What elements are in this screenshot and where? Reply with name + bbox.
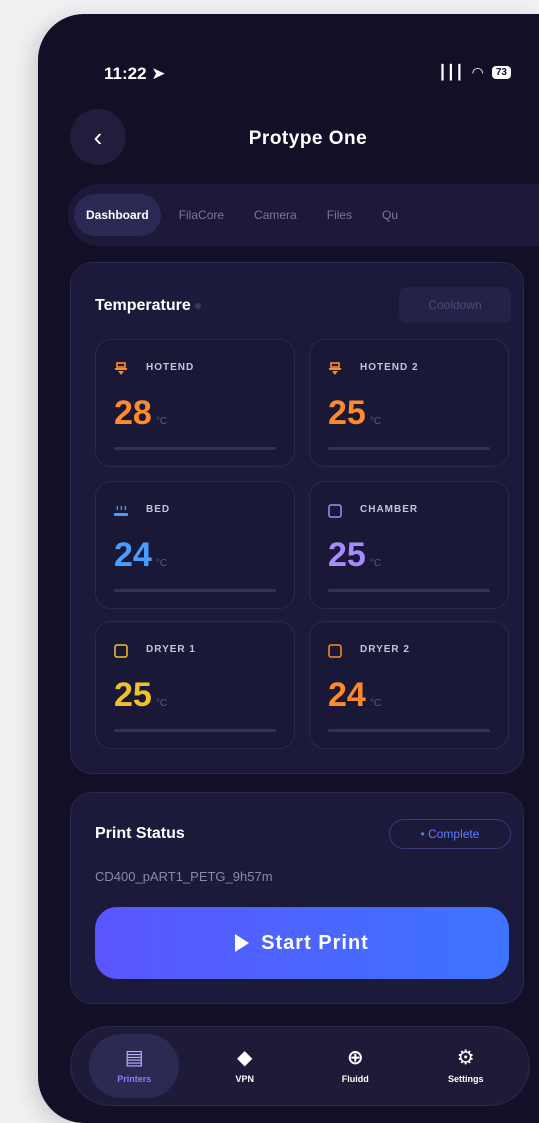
- tab-files[interactable]: Files: [315, 194, 364, 236]
- gear-icon: ⚙: [456, 1047, 475, 1069]
- tile-unit: °C: [155, 416, 168, 427]
- tab-camera[interactable]: Camera: [242, 194, 309, 236]
- chamber-icon: [328, 504, 342, 518]
- temp-tile-hotend[interactable]: HOTEND 28 °C: [95, 339, 295, 467]
- location-arrow-icon: ➤: [151, 64, 166, 83]
- printer-icon: ▤: [124, 1047, 144, 1069]
- tile-value-text: 25: [328, 536, 366, 574]
- temp-tile-chamber[interactable]: CHAMBER 25 °C: [309, 481, 509, 609]
- chevron-left-icon: ‹: [93, 121, 103, 152]
- tile-value-text: 24: [114, 536, 152, 574]
- phone-frame: 11:22 ➤ ┃┃┃ ◠ 73 ‹ Protype One Dashboard…: [38, 14, 539, 1123]
- battery-icon: 73: [491, 66, 511, 79]
- page-title: Protype One: [248, 128, 368, 149]
- tab-filacore[interactable]: FilaCore: [167, 194, 236, 236]
- tab-qu[interactable]: Qu: [370, 194, 410, 236]
- status-icons: ┃┃┃ ◠ 73: [438, 64, 511, 81]
- temp-tile-hotend-2[interactable]: HOTEND 2 25 °C: [309, 339, 509, 467]
- tile-value-text: 28: [114, 394, 152, 432]
- temp-tile-dryer-1[interactable]: DRYER 1 25 °C: [95, 621, 295, 749]
- tile-progress-bar: [328, 729, 490, 732]
- tile-value: 28 °C: [114, 394, 167, 433]
- dryer-icon: [328, 644, 342, 658]
- nav-label: VPN: [235, 1074, 254, 1084]
- print-file-name: CD400_pART1_PETG_9h57m: [95, 869, 273, 884]
- info-icon: [194, 302, 201, 309]
- tile-progress-bar: [328, 447, 490, 450]
- dryer-icon: [114, 644, 128, 658]
- nav-label: Settings: [447, 1074, 484, 1084]
- globe-icon: ⊕: [346, 1047, 364, 1069]
- tile-label: CHAMBER: [360, 504, 419, 515]
- tile-progress-bar: [114, 589, 276, 592]
- temp-tile-dryer-2[interactable]: DRYER 2 24 °C: [309, 621, 509, 749]
- hotend-icon: [115, 362, 127, 375]
- tab-bar: Dashboard FilaCore Camera Files Qu: [68, 184, 539, 246]
- status-badge: • Complete: [389, 819, 511, 849]
- start-print-label: Start Print: [261, 931, 369, 954]
- nav-label: Fluidd: [341, 1074, 369, 1084]
- bed-icon: [114, 505, 128, 516]
- tile-value: 24 °C: [114, 536, 167, 575]
- back-button[interactable]: ‹: [70, 109, 126, 165]
- tile-unit: °C: [369, 698, 382, 709]
- tile-label: DRYER 2: [360, 644, 410, 655]
- print-status-title: Print Status: [95, 825, 185, 842]
- tile-unit: °C: [155, 698, 168, 709]
- hotend-icon: [329, 362, 341, 375]
- tile-label: HOTEND 2: [360, 362, 419, 373]
- shield-icon: ◆: [237, 1047, 253, 1069]
- start-print-button[interactable]: Start Print: [95, 907, 509, 979]
- tile-value: 25 °C: [114, 676, 167, 715]
- nav-vpn[interactable]: ◆ VPN: [200, 1034, 290, 1098]
- tile-progress-bar: [328, 589, 490, 592]
- tile-unit: °C: [155, 558, 168, 569]
- temp-tile-bed[interactable]: BED 24 °C: [95, 481, 295, 609]
- play-icon: [235, 934, 250, 952]
- nav-printers[interactable]: ▤ Printers: [89, 1034, 180, 1098]
- temperature-card: Temperature Cooldown HOTEND 28 °C HOTEND …: [70, 262, 524, 774]
- status-time: 11:22 ➤: [104, 64, 166, 84]
- tile-value-text: 24: [328, 676, 366, 714]
- tile-progress-bar: [114, 729, 276, 732]
- tab-dashboard[interactable]: Dashboard: [74, 194, 161, 236]
- status-time-text: 11:22: [104, 64, 147, 83]
- tile-label: DRYER 1: [146, 644, 196, 655]
- cooldown-button[interactable]: Cooldown: [399, 287, 511, 323]
- tile-unit: °C: [369, 416, 382, 427]
- tile-value-text: 25: [328, 394, 366, 432]
- signal-icon: ┃┃┃: [438, 64, 464, 80]
- tile-value: 25 °C: [328, 536, 381, 575]
- temperature-title-text: Temperature: [95, 297, 191, 314]
- nav-fluidd[interactable]: ⊕ Fluidd: [310, 1034, 400, 1098]
- tile-progress-bar: [114, 447, 276, 450]
- nav-settings[interactable]: ⚙ Settings: [421, 1034, 511, 1098]
- tile-label: HOTEND: [146, 362, 195, 373]
- tile-value-text: 25: [114, 676, 152, 714]
- tile-label: BED: [146, 504, 171, 515]
- print-status-card: Print Status • Complete CD400_pART1_PETG…: [70, 792, 524, 1004]
- tile-unit: °C: [369, 558, 382, 569]
- nav-label: Printers: [117, 1074, 152, 1084]
- tile-value: 25 °C: [328, 394, 381, 433]
- wifi-icon: ◠: [471, 64, 484, 80]
- temperature-title: Temperature: [95, 297, 201, 315]
- bottom-nav: ▤ Printers ◆ VPN ⊕ Fluidd ⚙ Settings: [70, 1026, 530, 1106]
- tile-value: 24 °C: [328, 676, 381, 715]
